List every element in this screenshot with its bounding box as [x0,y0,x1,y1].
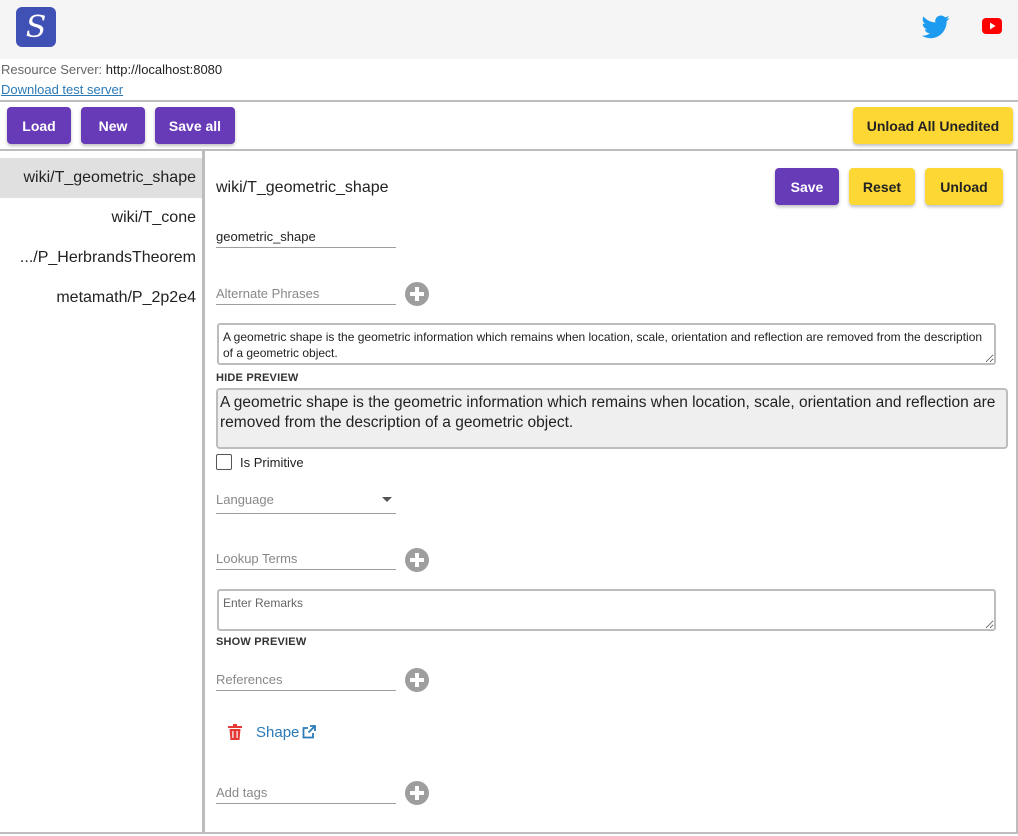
description-textarea[interactable]: A geometric shape is the geometric infor… [217,323,996,365]
new-button[interactable]: New [81,107,145,144]
sidebar-item-geometric-shape[interactable]: wiki/T_geometric_shape [0,158,202,198]
lookup-terms-input[interactable] [216,551,396,570]
youtube-icon[interactable] [982,18,1002,34]
load-button[interactable]: Load [7,107,71,144]
add-alternate-phrase-icon[interactable] [405,282,429,306]
remarks-textarea[interactable] [217,589,996,631]
save-all-button[interactable]: Save all [155,107,235,144]
sidebar-item-cone[interactable]: wiki/T_cone [0,198,202,238]
entry-title: wiki/T_geometric_shape [216,179,389,196]
alternate-phrases-input[interactable] [216,286,396,305]
app-logo[interactable]: S [16,7,56,47]
unload-button[interactable]: Unload [925,168,1003,205]
top-bar: S [0,0,1018,59]
add-tag-icon[interactable] [405,781,429,805]
add-lookup-term-icon[interactable] [405,548,429,572]
sidebar-item-2p2e4[interactable]: metamath/P_2p2e4 [0,278,202,318]
name-field[interactable] [216,229,396,248]
resource-server-value: http://localhost:8080 [105,62,223,77]
is-primitive-checkbox[interactable] [216,454,232,470]
resource-server-line: Resource Server: http://localhost:8080 [1,62,222,77]
unload-all-unedited-button[interactable]: Unload All Unedited [853,107,1013,144]
download-test-server-link[interactable]: Download test server [1,82,123,97]
save-button[interactable]: Save [775,168,839,205]
divider [0,100,1018,102]
description-preview: A geometric shape is the geometric infor… [216,388,1008,449]
references-input[interactable] [216,672,396,691]
language-select[interactable]: Language [216,492,396,514]
external-link-icon [302,725,317,739]
language-placeholder: Language [216,492,274,507]
resource-server-label: Resource Server: [1,62,103,77]
show-preview-toggle[interactable]: SHOW PREVIEW [216,636,306,648]
trash-icon[interactable] [228,724,242,740]
reference-link-shape[interactable]: Shape [256,723,317,741]
sidebar-item-herbrands-theorem[interactable]: .../P_HerbrandsTheorem [0,238,202,278]
is-primitive-label: Is Primitive [240,455,304,470]
reference-link-label: Shape [256,723,300,741]
add-reference-icon[interactable] [405,668,429,692]
chevron-down-icon [382,497,392,502]
reference-item: Shape [228,722,317,742]
divider [0,832,1018,834]
reset-button[interactable]: Reset [849,168,915,205]
add-tags-input[interactable] [216,785,396,804]
entry-sidebar: wiki/T_geometric_shape wiki/T_cone .../P… [0,151,205,834]
twitter-icon[interactable] [922,14,950,40]
hide-preview-toggle[interactable]: HIDE PREVIEW [216,372,298,384]
